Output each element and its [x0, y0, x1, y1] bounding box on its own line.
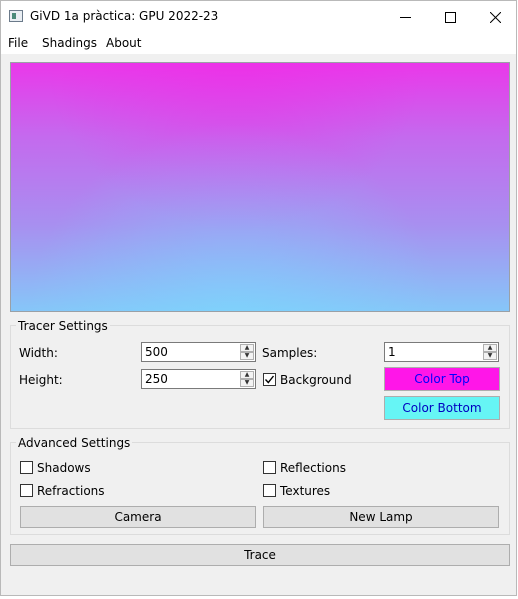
height-spinbox[interactable]: 250 ▲ ▼ [141, 369, 256, 389]
height-label: Height: [19, 373, 63, 387]
spin-up-icon[interactable]: ▲ [483, 344, 497, 352]
menu-about[interactable]: About [106, 36, 141, 50]
checkmark-icon [264, 375, 275, 384]
new-lamp-label: New Lamp [349, 510, 413, 524]
minimize-button[interactable] [382, 1, 428, 33]
spin-down-icon[interactable]: ▼ [240, 379, 254, 387]
app-icon [9, 10, 23, 22]
menu-file[interactable]: File [8, 36, 28, 50]
samples-spinbox[interactable]: 1 ▲ ▼ [384, 342, 499, 362]
shadows-label: Shadows [37, 461, 91, 475]
color-top-button[interactable]: Color Top [384, 367, 500, 391]
reflections-checkbox[interactable] [263, 461, 276, 474]
maximize-icon [444, 11, 456, 23]
width-label: Width: [19, 346, 58, 360]
trace-label: Trace [244, 548, 276, 562]
close-button[interactable] [472, 1, 518, 33]
reflections-label: Reflections [280, 461, 346, 475]
spin-down-icon[interactable]: ▼ [240, 352, 254, 360]
height-spin-arrows[interactable]: ▲ ▼ [240, 371, 254, 387]
color-top-label: Color Top [414, 372, 470, 386]
shadows-checkbox[interactable] [20, 461, 33, 474]
camera-label: Camera [114, 510, 162, 524]
samples-spin-arrows[interactable]: ▲ ▼ [483, 344, 497, 360]
trace-button[interactable]: Trace [10, 544, 510, 566]
height-value: 250 [145, 372, 168, 386]
refractions-label: Refractions [37, 484, 105, 498]
samples-label: Samples: [262, 346, 318, 360]
tracer-settings-title: Tracer Settings [16, 319, 110, 333]
advanced-settings-title: Advanced Settings [16, 436, 133, 450]
textures-label: Textures [280, 484, 331, 498]
refractions-checkbox[interactable] [20, 484, 33, 497]
width-value: 500 [145, 345, 168, 359]
color-bottom-label: Color Bottom [402, 401, 482, 415]
title-bar[interactable]: GiVD 1a pràctica: GPU 2022-23 [1, 1, 516, 33]
camera-button[interactable]: Camera [20, 506, 256, 528]
spin-up-icon[interactable]: ▲ [240, 371, 254, 379]
width-spinbox[interactable]: 500 ▲ ▼ [141, 342, 256, 362]
samples-value: 1 [388, 345, 396, 359]
background-label: Background [280, 373, 352, 387]
maximize-button[interactable] [427, 1, 473, 33]
menu-bar: File Shadings About [1, 33, 516, 54]
spin-down-icon[interactable]: ▼ [483, 352, 497, 360]
width-spin-arrows[interactable]: ▲ ▼ [240, 344, 254, 360]
color-bottom-button[interactable]: Color Bottom [384, 396, 500, 420]
render-viewport[interactable] [10, 62, 510, 312]
close-icon [489, 11, 501, 23]
main-window: GiVD 1a pràctica: GPU 2022-23 File Shadi… [0, 0, 517, 596]
minimize-icon [399, 16, 411, 18]
new-lamp-button[interactable]: New Lamp [263, 506, 499, 528]
spin-up-icon[interactable]: ▲ [240, 344, 254, 352]
background-checkbox[interactable] [263, 373, 276, 386]
menu-shadings[interactable]: Shadings [42, 36, 97, 50]
textures-checkbox[interactable] [263, 484, 276, 497]
window-title: GiVD 1a pràctica: GPU 2022-23 [30, 9, 219, 23]
